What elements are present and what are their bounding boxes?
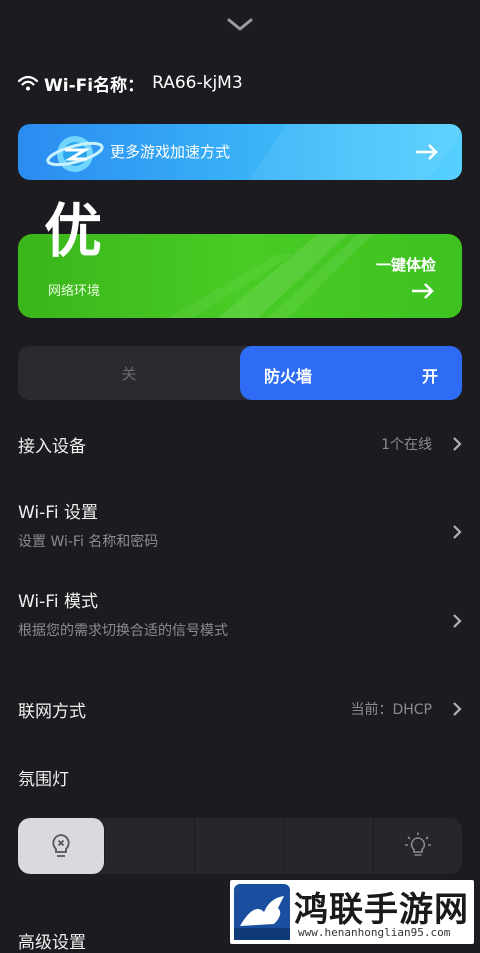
wifi-name-row: Wi-Fi名称： RA66-kjM3 xyxy=(18,70,243,96)
game-acceleration-label: 更多游戏加速方式 xyxy=(110,143,231,161)
site-logo xyxy=(234,884,290,940)
wifi-settings-subtitle: 设置 Wi-Fi 名称和密码 xyxy=(18,534,159,550)
wifi-mode-subtitle: 根据您的需求切换合适的信号模式 xyxy=(18,623,228,639)
arrow-right-icon xyxy=(412,283,434,299)
network-check-banner[interactable]: 优 网络环境 一键体检 xyxy=(18,202,462,318)
firewall-on-option[interactable]: 防火墙 开 xyxy=(240,346,462,400)
wifi-ssid: RA66-kjM3 xyxy=(152,73,243,93)
ambient-light-segment[interactable] xyxy=(105,818,195,874)
connected-devices-row[interactable]: 接入设备 1个在线 xyxy=(18,432,462,457)
firewall-label: 防火墙 xyxy=(264,367,313,386)
wifi-mode-row[interactable]: Wi-Fi 模式 根据您的需求切换合适的信号模式 xyxy=(18,587,462,640)
chevron-down-icon[interactable] xyxy=(225,14,255,34)
firewall-on-label: 开 xyxy=(421,367,438,386)
wifi-settings-title: Wi-Fi 设置 xyxy=(18,503,98,523)
light-on-icon xyxy=(404,832,431,856)
connection-method-row[interactable]: 联网方式 当前：DHCP xyxy=(18,697,462,722)
watermark-url: www.henanhonglian95.com xyxy=(298,926,451,939)
wifi-settings-row[interactable]: Wi-Fi 设置 设置 Wi-Fi 名称和密码 xyxy=(18,498,462,551)
ambient-light-off-segment[interactable] xyxy=(18,818,105,874)
globe-icon xyxy=(46,136,104,172)
one-click-check-label: 一键体检 xyxy=(375,256,436,274)
watermark-title: 鸿联手游网 xyxy=(294,890,469,930)
network-environment-label: 网络环境 xyxy=(48,284,101,299)
network-grade: 优 xyxy=(44,197,103,265)
advanced-settings-title[interactable]: 高级设置 xyxy=(18,928,86,953)
watermark: 鸿联手游网 www.henanhonglian95.com xyxy=(230,880,474,944)
online-count: 1个在线 xyxy=(381,437,432,453)
firewall-toggle[interactable]: 关 防火墙 开 xyxy=(18,346,462,400)
arrow-right-icon xyxy=(416,144,438,160)
ambient-light-max-segment[interactable] xyxy=(374,818,463,874)
chevron-right-icon xyxy=(453,702,462,716)
chevron-right-icon xyxy=(453,437,462,451)
game-acceleration-banner[interactable]: 更多游戏加速方式 xyxy=(18,124,462,180)
chevron-right-icon xyxy=(453,525,462,539)
ambient-light-slider[interactable] xyxy=(18,818,462,874)
wifi-name-label: Wi-Fi名称： xyxy=(44,75,145,96)
ambient-light-segment[interactable] xyxy=(195,818,284,874)
firewall-off-label: 关 xyxy=(121,364,137,383)
light-off-icon xyxy=(52,834,70,857)
firewall-off-option[interactable]: 关 xyxy=(18,346,240,400)
wifi-mode-title: Wi-Fi 模式 xyxy=(18,592,98,612)
connection-method-value: 当前：DHCP xyxy=(350,702,432,718)
chevron-right-icon xyxy=(453,614,462,628)
ambient-light-title: 氛围灯 xyxy=(18,770,69,790)
ambient-light-row: 氛围灯 xyxy=(18,765,462,790)
wifi-icon xyxy=(18,75,38,91)
ambient-light-segment[interactable] xyxy=(284,818,374,874)
